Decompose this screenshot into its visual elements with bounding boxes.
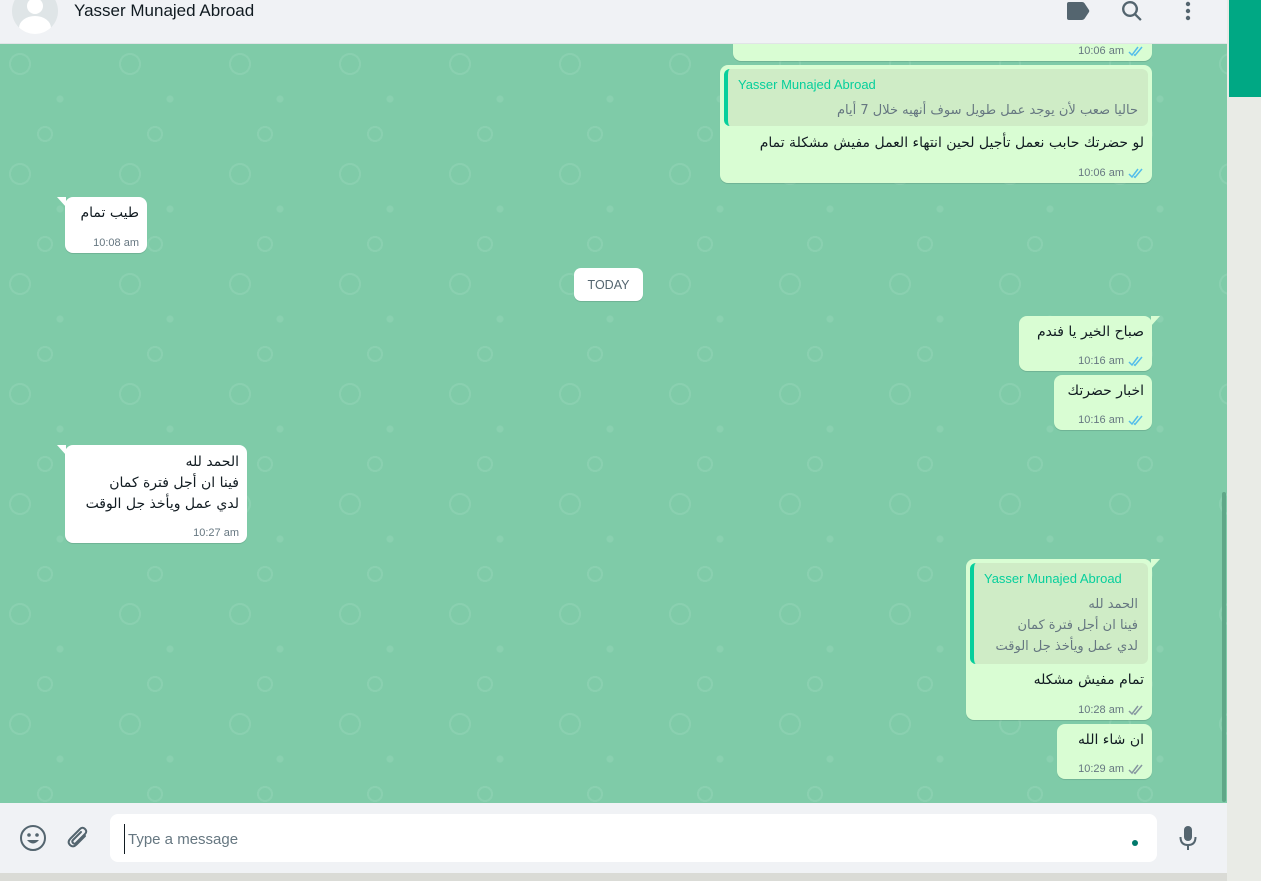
message-meta: 10:16 am (1078, 414, 1144, 426)
message-text: صباح الخير يا فندم (1036, 324, 1144, 340)
menu-icon[interactable] (1175, 0, 1201, 22)
emoji-icon[interactable] (18, 823, 48, 853)
read-tick-icon (1128, 46, 1143, 56)
whatsapp-app: Yasser Munajed Abroad 10:06 am Yasser Mu… (0, 0, 1227, 881)
chat-scrollbar[interactable] (1222, 492, 1226, 802)
message-time: 10:16 am (1078, 355, 1124, 367)
message-meta: 10:27 am (193, 527, 239, 539)
search-icon[interactable] (1119, 0, 1145, 22)
message-text: ان شاء الله (1078, 732, 1144, 748)
window-bottom-edge (0, 873, 1227, 881)
message-time: 10:06 am (1078, 45, 1124, 57)
read-tick-icon (1128, 356, 1143, 366)
quoted-author: Yasser Munajed Abroad (984, 571, 1122, 586)
quoted-text: الحمد لله فينا ان أجل فترة كمان لدي عمل … (995, 597, 1138, 654)
message-bubble-outgoing[interactable]: Yasser Munajed Abroad الحمد لله فينا ان … (966, 559, 1160, 720)
message-text: تمام مفيش مشكله (1033, 672, 1144, 688)
date-divider: TODAY (574, 268, 643, 301)
composer-bar (0, 803, 1227, 873)
message-meta: 10:06 am (1078, 167, 1144, 179)
side-panel (1227, 0, 1261, 881)
message-meta: 10:28 am (1078, 704, 1144, 716)
chat-header: Yasser Munajed Abroad (0, 0, 1227, 44)
message-bubble-incoming[interactable]: طيب تمام 10:08 am (57, 197, 147, 253)
message-meta: 10:08 am (93, 237, 139, 249)
message-time: 10:06 am (1078, 167, 1124, 179)
message-time: 10:29 am (1078, 763, 1124, 775)
message-input[interactable] (124, 824, 1110, 854)
message-text: اخبار حضرتك (1067, 383, 1144, 399)
quoted-message[interactable]: Yasser Munajed Abroad الحمد لله فينا ان … (970, 563, 1148, 664)
message-text: لو حضرتك حابب نعمل تأجيل لحين انتهاء الع… (759, 135, 1144, 151)
message-meta: 10:29 am (1078, 763, 1144, 775)
message-input-box[interactable] (110, 814, 1157, 862)
message-bubble-outgoing[interactable]: 10:06 am (733, 44, 1152, 61)
quoted-message[interactable]: Yasser Munajed Abroad حاليا صعب لأن يوجد… (724, 69, 1148, 126)
brand-strip (1229, 0, 1261, 97)
message-text: الحمد لله فينا ان أجل فترة كمان لدي عمل … (85, 454, 239, 512)
message-text: طيب تمام (80, 205, 140, 221)
message-bubble-outgoing[interactable]: صباح الخير يا فندم 10:16 am (1019, 316, 1160, 371)
microphone-icon[interactable] (1173, 823, 1203, 853)
message-bubble-outgoing[interactable]: ان شاء الله 10:29 am (1057, 724, 1152, 779)
read-tick-icon (1128, 168, 1143, 178)
message-bubble-outgoing[interactable]: اخبار حضرتك 10:16 am (1054, 375, 1152, 430)
delivered-tick-icon (1128, 764, 1143, 774)
contact-name[interactable]: Yasser Munajed Abroad (74, 0, 254, 22)
quoted-text: حاليا صعب لأن يوجد عمل طويل سوف أنهيه خل… (837, 103, 1138, 118)
message-time: 10:28 am (1078, 704, 1124, 716)
chat-area[interactable]: 10:06 am Yasser Munajed Abroad حاليا صعب… (0, 44, 1227, 803)
message-time: 10:08 am (93, 237, 139, 249)
status-dot (1132, 840, 1138, 846)
avatar[interactable] (12, 0, 58, 34)
message-bubble-incoming[interactable]: الحمد لله فينا ان أجل فترة كمان لدي عمل … (57, 445, 247, 543)
message-meta: 10:06 am (1078, 45, 1144, 57)
message-meta: 10:16 am (1078, 355, 1144, 367)
message-bubble-outgoing[interactable]: Yasser Munajed Abroad حاليا صعب لأن يوجد… (720, 65, 1152, 183)
quoted-author: Yasser Munajed Abroad (738, 77, 876, 92)
message-time: 10:16 am (1078, 414, 1124, 426)
message-time: 10:27 am (193, 527, 239, 539)
attach-icon[interactable] (63, 823, 93, 853)
read-tick-icon (1128, 415, 1143, 425)
delivered-tick-icon (1128, 705, 1143, 715)
label-icon[interactable] (1065, 0, 1091, 22)
